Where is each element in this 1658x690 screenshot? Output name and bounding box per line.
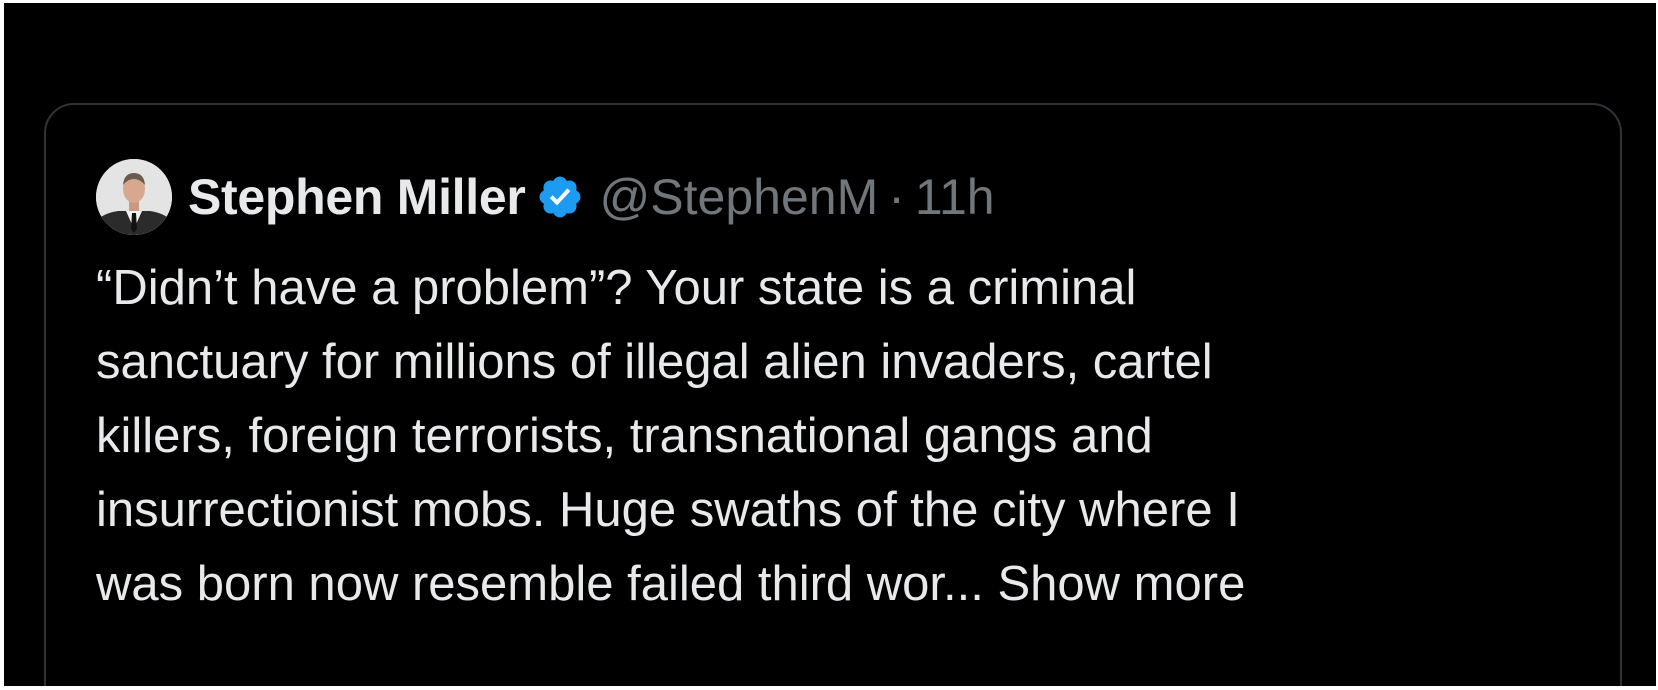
avatar-photo-icon [96, 159, 172, 235]
timestamp[interactable]: 11h [915, 168, 995, 226]
tweet-text-last-line: was born now resemble failed third wor..… [96, 547, 1566, 621]
tweet-text-line: killers, foreign terrorists, transnation… [96, 409, 1153, 463]
tweet-text-line: “Didn’t have a problem”? Your state is a… [96, 261, 1137, 315]
avatar[interactable] [96, 159, 172, 235]
screenshot-frame: Stephen Miller @StephenM · 11h “Didn’t h… [4, 3, 1656, 686]
tweet-text-line: insurrectionist mobs. Huge swaths of the… [96, 483, 1240, 537]
separator-dot: · [888, 169, 905, 225]
verified-badge-icon[interactable] [536, 173, 584, 221]
show-more-link[interactable]: Show more [998, 557, 1246, 611]
author-handle[interactable]: @StephenM [600, 168, 879, 226]
tweet-header: Stephen Miller @StephenM · 11h [96, 159, 995, 235]
tweet-text-truncated: was born now resemble failed third wor..… [96, 557, 984, 611]
tweet-text-line: sanctuary for millions of illegal alien … [96, 335, 1213, 389]
author-name[interactable]: Stephen Miller [188, 168, 526, 226]
tweet-body: “Didn’t have a problem”? Your state is a… [96, 251, 1566, 621]
